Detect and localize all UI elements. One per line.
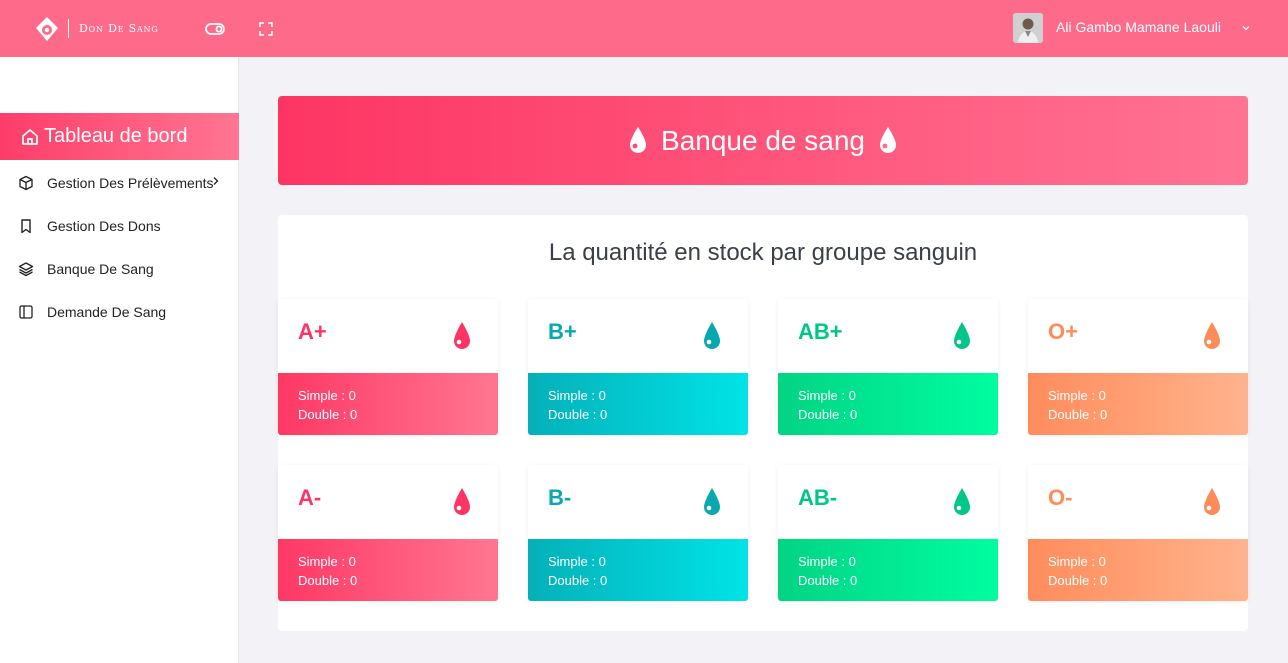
simple-count: Simple : 0 [1048, 554, 1106, 569]
page-title: Banque de sang [661, 124, 865, 156]
blood-drop-icon [454, 488, 470, 515]
blood-group-name: A+ [298, 319, 327, 344]
blood-group-card-a-negative: A- Simple : 0 Double : 0 [278, 465, 498, 601]
blood-drop-icon [1204, 322, 1220, 349]
bookmark-icon [21, 219, 31, 234]
page-banner: Banque de sang [278, 96, 1248, 185]
sidebar-icon [19, 305, 33, 319]
stock-panel-title: La quantité en stock par groupe sanguin [548, 239, 978, 266]
layers-icon [18, 262, 34, 277]
toggle-icon[interactable] [204, 18, 226, 40]
double-count: Double : 0 [798, 573, 858, 588]
blood-drop-icon [879, 126, 896, 153]
user-name[interactable]: Ali Gambo Mamane Laouli [1056, 19, 1221, 35]
double-count: Double : 0 [1048, 573, 1108, 588]
blood-group-stock: Simple : 0 Double : 0 [778, 539, 998, 601]
double-count: Double : 0 [298, 407, 358, 422]
sidebar-item-label: Banque De Sang [47, 261, 154, 277]
sidebar-item-label: Gestion Des Dons [47, 218, 161, 234]
brand-divider [68, 19, 69, 38]
simple-count: Simple : 0 [798, 388, 856, 403]
blood-group-card-b-positive: B+ Simple : 0 Double : 0 [528, 299, 748, 435]
box-icon [19, 175, 33, 191]
stock-panel: La quantité en stock par groupe sanguin … [278, 215, 1248, 631]
blood-group-stock: Simple : 0 Double : 0 [778, 373, 998, 435]
avatar[interactable] [1013, 13, 1043, 43]
double-count: Double : 0 [548, 573, 608, 588]
blood-group-name: O- [1048, 485, 1073, 510]
double-count: Double : 0 [1048, 407, 1108, 422]
blood-group-card-ab-negative: AB- Simple : 0 Double : 0 [778, 465, 998, 601]
sidebar-item-label: Tableau de bord [44, 125, 188, 147]
blood-drop-icon [1204, 488, 1220, 515]
blood-group-name: O+ [1048, 319, 1078, 344]
simple-count: Simple : 0 [1048, 388, 1106, 403]
blood-group-stock: Simple : 0 Double : 0 [1028, 373, 1248, 435]
chevron-down-icon[interactable] [1241, 23, 1251, 33]
blood-group-stock: Simple : 0 Double : 0 [278, 539, 498, 601]
blood-group-card-o-positive: O+ Simple : 0 Double : 0 [1028, 299, 1248, 435]
sidebar-item-demande-de-sang[interactable]: Demande De Sang [0, 292, 239, 332]
sidebar: Tableau de bord Gestion Des Prélèvements… [0, 57, 239, 663]
sidebar-item-label: Demande De Sang [47, 304, 167, 320]
blood-drop-icon [954, 488, 970, 515]
sidebar-item-tableau-de-bord[interactable]: Tableau de bord [0, 113, 239, 160]
sidebar-item-gestion-prelevements[interactable]: Gestion Des Prélèvements [0, 163, 239, 203]
blood-group-name: AB+ [798, 319, 843, 344]
simple-count: Simple : 0 [548, 554, 606, 569]
blood-drop-icon [704, 322, 720, 349]
double-count: Double : 0 [798, 407, 858, 422]
simple-count: Simple : 0 [298, 554, 356, 569]
blood-group-stock: Simple : 0 Double : 0 [278, 373, 498, 435]
blood-group-card-b-negative: B- Simple : 0 Double : 0 [528, 465, 748, 601]
blood-group-name: AB- [798, 485, 838, 510]
home-icon [22, 128, 38, 145]
blood-group-name: B- [548, 485, 572, 510]
sidebar-item-gestion-dons[interactable]: Gestion Des Dons [0, 206, 239, 246]
simple-count: Simple : 0 [798, 554, 856, 569]
top-navbar: Don De Sang Ali Gambo Mamane Laouli [0, 0, 1288, 57]
sidebar-item-banque-de-sang[interactable]: Banque De Sang [0, 249, 239, 289]
fullscreen-icon[interactable] [255, 18, 277, 40]
simple-count: Simple : 0 [298, 388, 356, 403]
double-count: Double : 0 [298, 573, 358, 588]
blood-group-stock: Simple : 0 Double : 0 [528, 373, 748, 435]
simple-count: Simple : 0 [548, 388, 606, 403]
blood-drop-icon [704, 488, 720, 515]
blood-group-stock: Simple : 0 Double : 0 [1028, 539, 1248, 601]
sidebar-item-label: Gestion Des Prélèvements [47, 175, 214, 191]
blood-drop-icon [954, 322, 970, 349]
blood-group-name: A- [298, 485, 322, 510]
brand-name[interactable]: Don De Sang [79, 22, 159, 35]
blood-group-name: B+ [548, 319, 577, 344]
chevron-right-icon [213, 177, 219, 185]
double-count: Double : 0 [548, 407, 608, 422]
blood-drop-logo-icon[interactable] [34, 16, 60, 42]
blood-group-stock: Simple : 0 Double : 0 [528, 539, 748, 601]
blood-drop-icon [630, 126, 647, 153]
blood-group-card-a-positive: A+ Simple : 0 Double : 0 [278, 299, 498, 435]
blood-drop-icon [454, 322, 470, 349]
blood-group-card-ab-positive: AB+ Simple : 0 Double : 0 [778, 299, 998, 435]
blood-group-card-o-negative: O- Simple : 0 Double : 0 [1028, 465, 1248, 601]
